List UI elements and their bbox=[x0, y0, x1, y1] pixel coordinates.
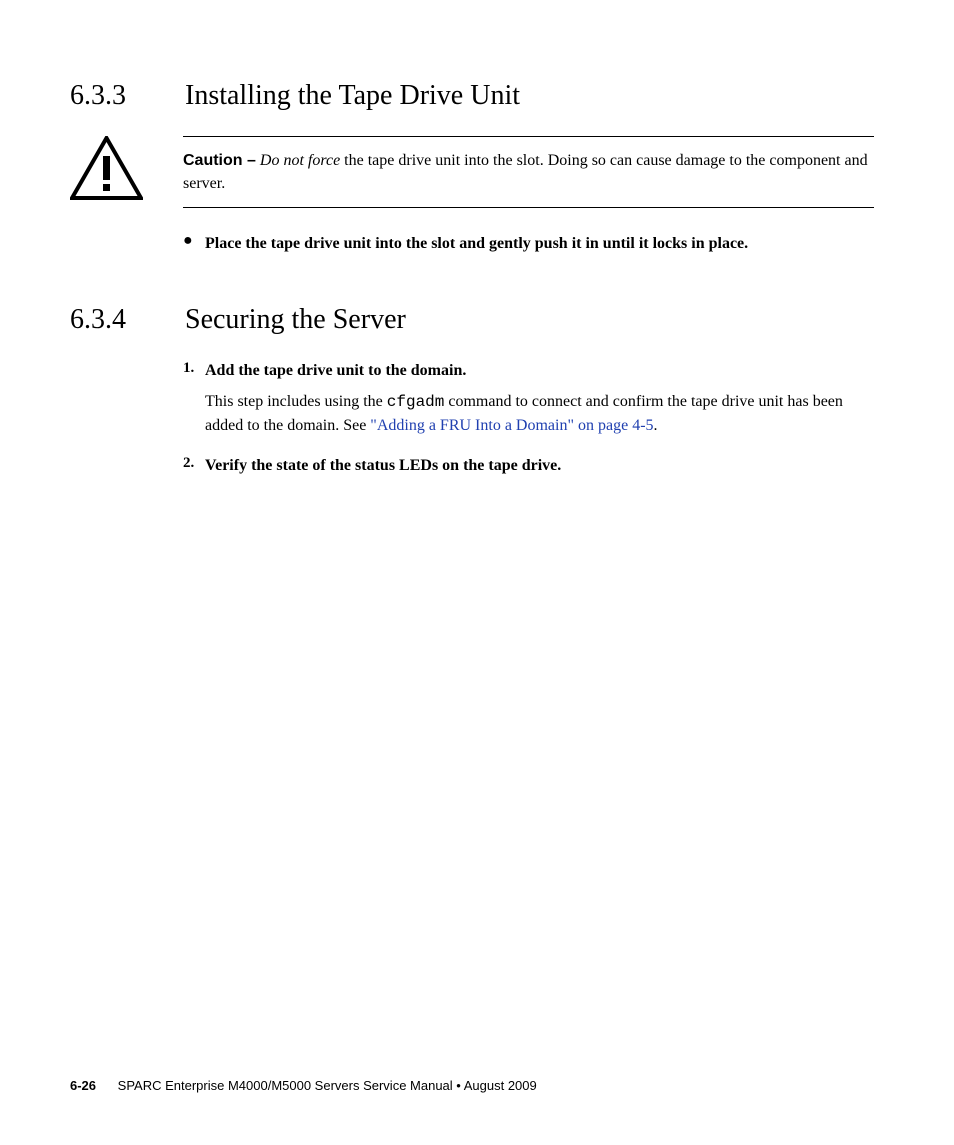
step-number: 2. bbox=[183, 455, 205, 477]
section-title: Securing the Server bbox=[185, 304, 406, 336]
step-1-body: This step includes using the cfgadm comm… bbox=[205, 390, 874, 437]
cross-ref-link[interactable]: "Adding a FRU Into a Domain" on page 4-5 bbox=[370, 417, 653, 434]
bullet-item: ● Place the tape drive unit into the slo… bbox=[183, 232, 874, 255]
step-1: 1. Add the tape drive unit to the domain… bbox=[183, 360, 874, 382]
section-number: 6.3.3 bbox=[70, 80, 185, 112]
bullet-text: Place the tape drive unit into the slot … bbox=[205, 232, 748, 255]
caution-text: Caution – Do not force the tape drive un… bbox=[183, 136, 874, 208]
caution-label: Caution – bbox=[183, 152, 256, 169]
bullet-marker: ● bbox=[183, 232, 205, 255]
page-footer: 6-26 SPARC Enterprise M4000/M5000 Server… bbox=[70, 1078, 537, 1093]
caution-lead: Do not force bbox=[260, 152, 340, 169]
step-body-post: . bbox=[654, 417, 658, 434]
step-number: 1. bbox=[183, 360, 205, 382]
page-number: 6-26 bbox=[70, 1078, 96, 1093]
section-number: 6.3.4 bbox=[70, 304, 185, 336]
caution-block: Caution – Do not force the tape drive un… bbox=[70, 136, 874, 208]
step-body-pre: This step includes using the bbox=[205, 393, 387, 410]
step-title: Add the tape drive unit to the domain. bbox=[205, 360, 466, 382]
footer-text: SPARC Enterprise M4000/M5000 Servers Ser… bbox=[118, 1078, 537, 1093]
step-2: 2. Verify the state of the status LEDs o… bbox=[183, 455, 874, 477]
section-title: Installing the Tape Drive Unit bbox=[185, 80, 520, 112]
caution-icon bbox=[70, 136, 143, 205]
section-heading-634: 6.3.4 Securing the Server bbox=[70, 304, 874, 336]
code-token: cfgadm bbox=[387, 393, 445, 411]
section-heading-633: 6.3.3 Installing the Tape Drive Unit bbox=[70, 80, 874, 112]
step-title: Verify the state of the status LEDs on t… bbox=[205, 455, 561, 477]
